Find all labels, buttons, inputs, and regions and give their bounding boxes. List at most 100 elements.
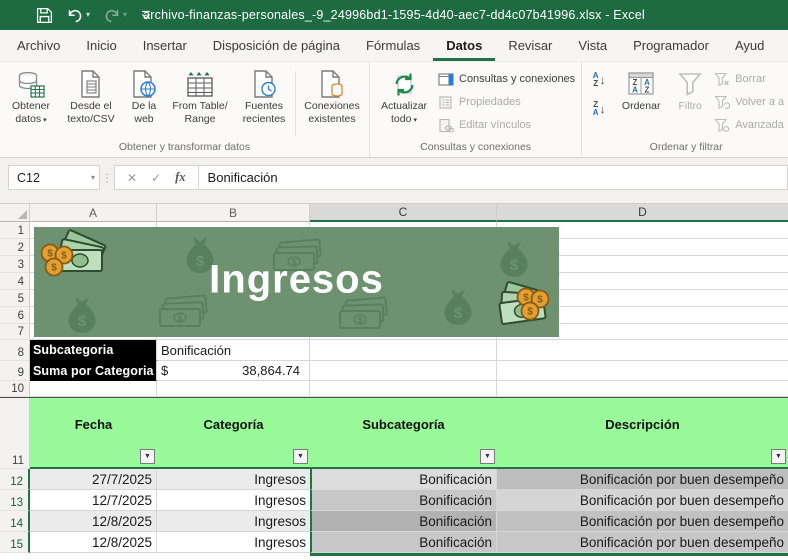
cell-b13[interactable]: Ingresos xyxy=(157,490,310,511)
table-header-descripcion[interactable]: Descripción ▼ xyxy=(497,398,788,469)
tab-vista[interactable]: Vista xyxy=(565,30,620,61)
column-header-b[interactable]: B xyxy=(157,204,310,222)
tab-archivo[interactable]: Archivo xyxy=(4,30,73,61)
table-header-fecha[interactable]: Fecha ▼ xyxy=(30,398,157,469)
row-header-6[interactable]: 6 xyxy=(0,307,30,324)
cell-b8-subcategoria-value[interactable]: Bonificación xyxy=(157,340,310,361)
cell-a13[interactable]: 12/7/2025 xyxy=(30,490,157,511)
tab-datos[interactable]: Datos xyxy=(433,30,495,61)
tab-formulas[interactable]: Fórmulas xyxy=(353,30,433,61)
conexiones-existentes-label: Conexiones existentes xyxy=(304,100,360,125)
row-header-4[interactable]: 4 xyxy=(0,273,30,290)
save-button[interactable] xyxy=(36,7,53,24)
row-header-14[interactable]: 14 xyxy=(0,511,30,532)
cell-d14[interactable]: Bonificación por buen desempeño xyxy=(497,511,788,532)
row-header-15[interactable]: 15 xyxy=(0,532,30,553)
column-header-c[interactable]: C xyxy=(310,204,497,222)
filter-caret-icon: ▼ xyxy=(484,453,491,460)
tab-programador[interactable]: Programador xyxy=(620,30,722,61)
select-all-corner[interactable] xyxy=(0,204,30,222)
table-row: 14 12/8/2025 Ingresos Bonificación Bonif… xyxy=(0,511,788,532)
actualizar-todo-button[interactable]: Actualizar todo ▾ xyxy=(373,65,435,139)
filter-dropdown-categoria[interactable]: ▼ xyxy=(293,449,308,464)
column-header-row: A B C D xyxy=(0,204,788,222)
cell-b15[interactable]: Ingresos xyxy=(157,532,310,553)
cell[interactable] xyxy=(310,381,497,397)
de-la-web-button[interactable]: De la web xyxy=(123,65,165,139)
row-header-1[interactable]: 1 xyxy=(0,222,30,239)
cell-b12[interactable]: Ingresos xyxy=(157,469,310,490)
cell-a15[interactable]: 12/8/2025 xyxy=(30,532,157,553)
formula-buttons: ✕ ✓ fx xyxy=(114,165,199,190)
row-header-12[interactable]: 12 xyxy=(0,469,30,490)
row-header-2[interactable]: 2 xyxy=(0,239,30,256)
ordenar-button[interactable]: Z A A Z Ordenar xyxy=(613,65,669,139)
desde-texto-csv-button[interactable]: Desde el texto/CSV xyxy=(59,65,123,139)
cell-c15[interactable]: Bonificación xyxy=(310,532,497,553)
fuentes-recientes-button[interactable]: Fuentes recientes xyxy=(235,65,293,139)
cell[interactable] xyxy=(497,381,788,397)
row-header-10[interactable]: 10 xyxy=(0,381,30,397)
tab-ayuda[interactable]: Ayud xyxy=(722,30,777,61)
filter-dropdown-subcategoria[interactable]: ▼ xyxy=(480,449,495,464)
tab-insertar[interactable]: Insertar xyxy=(130,30,200,61)
filter-reapply-icon xyxy=(714,95,731,109)
enter-icon[interactable]: ✓ xyxy=(151,171,161,185)
row-header-7[interactable]: 7 xyxy=(0,324,30,340)
table-row: 15 12/8/2025 Ingresos Bonificación Bonif… xyxy=(0,532,788,553)
cell-a8-subcategoria-label[interactable]: Subcategoria xyxy=(30,340,157,361)
cell-a14[interactable]: 12/8/2025 xyxy=(30,511,157,532)
cell[interactable] xyxy=(310,340,497,361)
row-header-8[interactable]: 8 xyxy=(0,340,30,361)
row-header-9[interactable]: 9 xyxy=(0,361,30,381)
cell[interactable] xyxy=(310,361,497,381)
cell-a12[interactable]: 27/7/2025 xyxy=(30,469,157,490)
table-row: 13 12/7/2025 Ingresos Bonificación Bonif… xyxy=(0,490,788,511)
row-header-5[interactable]: 5 xyxy=(0,290,30,307)
cell-c13[interactable]: Bonificación xyxy=(310,490,497,511)
name-box-value: C12 xyxy=(17,170,40,185)
tab-disposicion[interactable]: Disposición de página xyxy=(200,30,353,61)
table-header-categoria[interactable]: Categoría ▼ xyxy=(157,398,310,469)
sort-ascending-button[interactable]: AZ ↓ xyxy=(585,69,613,90)
name-box[interactable]: C12 ▾ xyxy=(8,165,100,190)
row-header-13[interactable]: 13 xyxy=(0,490,30,511)
cell[interactable] xyxy=(30,381,157,397)
filter-dropdown-descripcion[interactable]: ▼ xyxy=(771,449,786,464)
cell-d15[interactable]: Bonificación por buen desempeño xyxy=(497,532,788,553)
cell-b14[interactable]: Ingresos xyxy=(157,511,310,532)
cell-d13[interactable]: Bonificación por buen desempeño xyxy=(497,490,788,511)
spreadsheet-grid: A B C D 1 2 3 4 5 6 7 8 Subcategoria Bon… xyxy=(0,204,788,560)
column-header-d[interactable]: D xyxy=(497,204,788,222)
name-box-caret-icon[interactable]: ▾ xyxy=(91,173,95,182)
row-header-11[interactable]: 11 xyxy=(0,398,30,469)
cell[interactable] xyxy=(497,340,788,361)
filter-dropdown-fecha[interactable]: ▼ xyxy=(140,449,155,464)
consultas-conexiones-button[interactable]: Consultas y conexiones xyxy=(435,69,578,89)
tab-revisar[interactable]: Revisar xyxy=(495,30,565,61)
cancel-icon[interactable]: ✕ xyxy=(127,171,137,185)
obtener-datos-button[interactable]: Obtener datos ▾ xyxy=(3,65,59,139)
column-header-a[interactable]: A xyxy=(30,204,157,222)
file-globe-icon xyxy=(130,68,158,100)
cell-b9-suma-value[interactable]: $ 38,864.74 xyxy=(157,361,310,381)
customize-qat-button[interactable] xyxy=(140,10,152,21)
propiedades-button: Propiedades xyxy=(435,92,578,112)
formula-input[interactable]: Bonificación xyxy=(198,165,788,190)
formula-bar: C12 ▾ ⋮ ✕ ✓ fx Bonificación xyxy=(0,158,788,204)
cell-c14[interactable]: Bonificación xyxy=(310,511,497,532)
row-header-3[interactable]: 3 xyxy=(0,256,30,273)
sort-descending-button[interactable]: ZA ↓ xyxy=(585,98,613,119)
cell[interactable] xyxy=(157,381,310,397)
cell-d12[interactable]: Bonificación por buen desempeño xyxy=(497,469,788,490)
ingresos-banner-image[interactable]: $ $ $ xyxy=(34,227,559,337)
cell-a9-suma-label[interactable]: Suma por Categoria xyxy=(30,361,157,381)
conexiones-existentes-button[interactable]: Conexiones existentes xyxy=(298,65,366,139)
tab-inicio[interactable]: Inicio xyxy=(73,30,129,61)
cell[interactable] xyxy=(497,361,788,381)
from-table-range-button[interactable]: From Table/ Range xyxy=(165,65,235,139)
undo-button[interactable]: ▾ xyxy=(66,7,90,23)
table-header-subcategoria[interactable]: Subcategoría ▼ xyxy=(310,398,497,469)
cell-c12-active[interactable]: Bonificación xyxy=(310,469,497,490)
insert-function-icon[interactable]: fx xyxy=(175,170,185,185)
